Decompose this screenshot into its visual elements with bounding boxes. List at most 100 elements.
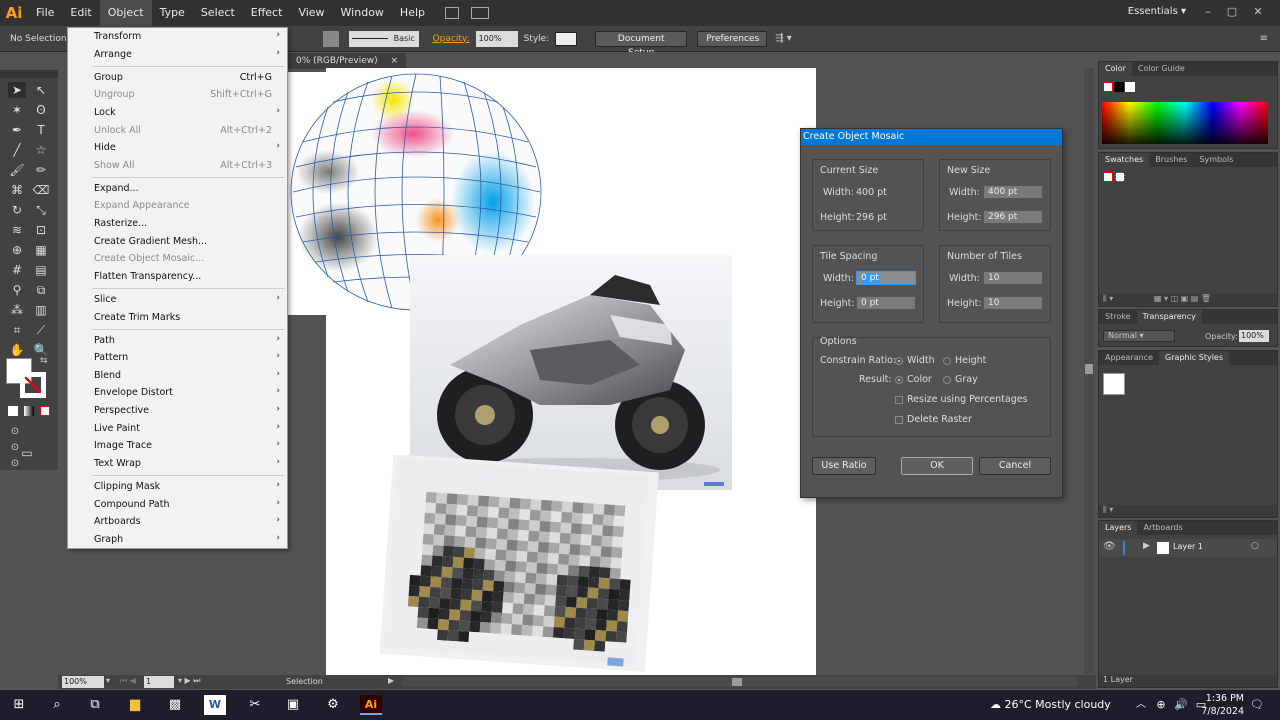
menu-type[interactable]: Type [152,0,193,26]
object-menu-item-perspective[interactable]: Perspective › [68,403,287,420]
rotate-tool-icon[interactable]: ↻ [8,202,26,218]
tab-swatches[interactable]: Swatches [1099,153,1150,167]
swatch-registration[interactable] [1115,172,1125,182]
none-mode-icon[interactable] [40,406,50,416]
free-transform-tool-icon[interactable]: ⊡ [32,222,50,238]
styles-footer-icons[interactable]: ⫼ ▾ [1099,505,1277,517]
object-menu-item-slice[interactable]: Slice › [68,292,287,309]
result-color-radio[interactable] [895,376,903,384]
search-icon[interactable]: ⌕ [46,695,68,715]
artboard-number-field[interactable]: 1 [144,676,174,688]
draw-mode-icon[interactable]: ⊙ ⊙ ⊙ [6,424,24,469]
constrain-height-label[interactable]: Height [955,355,986,366]
tab-layers[interactable]: Layers [1099,521,1138,535]
tab-stroke[interactable]: Stroke [1099,310,1137,324]
stroke-color-icon[interactable] [20,372,46,398]
document-tab[interactable]: 0% (RGB/Preview) × [288,53,407,69]
expand-layer-icon[interactable]: ▶ [1143,541,1150,551]
pen-tool-icon[interactable]: ✒ [8,122,26,138]
swatches-footer-icons[interactable]: ⫼ ▾ ▦ ▾ ◫ ▣ ▤ 🗑 [1099,294,1277,306]
blend-mode-dropdown[interactable]: Normal ▾ [1103,330,1175,342]
object-menu-item-image-trace[interactable]: Image Trace › [68,438,287,455]
object-menu-item-transform[interactable]: Transform › [68,29,287,46]
constrain-width-label[interactable]: Width [907,355,935,366]
workspace-switcher[interactable]: Essentials ▾ [1128,6,1186,17]
blend-tool-icon[interactable]: ⧉ [32,282,50,298]
object-menu-item-group[interactable]: Group Ctrl+G [68,70,287,87]
blob-brush-tool-icon[interactable]: ⌘ [8,182,26,198]
gradient-tool-icon[interactable]: ▤ [32,262,50,278]
perspective-grid-tool-icon[interactable]: ▦ [32,242,50,258]
constrain-height-radio[interactable] [943,357,951,365]
direct-selection-tool-icon[interactable]: ↖ [32,82,50,98]
stroke-style-dropdown[interactable]: Basic [348,30,419,47]
tab-transparency[interactable]: Transparency [1136,310,1202,324]
white-swatch[interactable] [1125,82,1135,92]
windows-start-icon[interactable]: ⊞ [8,695,30,715]
delete-raster-checkbox[interactable] [895,416,903,424]
qr-app-icon[interactable]: ▩ [164,695,186,715]
object-menu-item-blend[interactable]: Blend › [68,368,287,385]
result-gray-label[interactable]: Gray [955,374,978,385]
color-spectrum[interactable] [1102,102,1268,144]
target-circle-icon[interactable]: ○ [1251,541,1259,551]
lasso-tool-icon[interactable]: ʘ [32,102,50,118]
pencil-tool-icon[interactable]: ✏ [32,162,50,178]
new-height-field[interactable]: 296 pt [983,210,1043,224]
document-close-icon[interactable]: × [391,56,399,66]
tab-graphic-styles[interactable]: Graphic Styles [1159,351,1230,365]
mesh-tool-icon[interactable]: # [8,262,26,278]
object-menu-item-hide[interactable]: Hide › [68,140,287,157]
menu-edit[interactable]: Edit [62,0,99,26]
resize-percentages-checkbox[interactable] [895,396,903,404]
star-tool-icon[interactable]: ☆ [32,142,50,158]
illustrator-taskbar-icon[interactable]: Ai [360,695,382,715]
menu-object[interactable]: Object [99,0,152,26]
object-menu-item-graph[interactable]: Graph › [68,532,287,549]
menu-window[interactable]: Window [333,0,392,26]
transparency-opacity-field[interactable]: 100% [1239,330,1269,342]
object-menu-item-flatten-transparency[interactable]: Flatten Transparency... [68,269,287,286]
notifications-icon[interactable]: 🗨 [1246,695,1268,715]
object-menu-item-lock[interactable]: Lock › [68,105,287,122]
tiles-height-field[interactable]: 10 [983,296,1043,310]
weather-widget[interactable]: ☁ 26°C Mostly cloudy [990,698,1111,711]
none-swatch-icon[interactable] [1103,82,1113,92]
document-setup-button[interactable]: Document Setup [595,30,688,58]
vertical-scrollbar-thumb[interactable] [1085,364,1093,374]
scale-tool-icon[interactable]: ⤡ [32,202,50,218]
word-icon[interactable]: W [204,695,226,715]
show-hidden-icons[interactable]: ︿ [1130,695,1152,715]
opacity-field[interactable]: 100% [475,30,518,47]
shape-builder-tool-icon[interactable]: ⊕ [8,242,26,258]
screen-mode-icon[interactable]: ▭ [18,445,36,461]
menu-select[interactable]: Select [193,0,243,26]
delete-raster-label[interactable]: Delete Raster [907,414,972,425]
width-tool-icon[interactable]: ≋ [8,222,26,238]
snipping-tool-icon[interactable]: ✂ [244,695,266,715]
constrain-width-radio[interactable] [895,357,903,365]
menu-help[interactable]: Help [392,0,433,26]
volume-icon[interactable]: 🔊 [1170,695,1192,715]
result-color-label[interactable]: Color [907,374,932,385]
tab-symbols[interactable]: Symbols [1193,153,1239,167]
object-menu-item-envelope-distort[interactable]: Envelope Distort › [68,385,287,402]
zoom-field[interactable]: 100% [62,676,104,688]
tab-color-guide[interactable]: Color Guide [1132,62,1191,76]
result-gray-radio[interactable] [943,376,951,384]
file-explorer-icon[interactable]: ▆ [124,695,146,715]
new-width-field[interactable]: 400 pt [983,185,1043,199]
eyedropper-tool-icon[interactable]: ⚲ [8,282,26,298]
arrange-documents-icon[interactable] [471,7,489,19]
eraser-tool-icon[interactable]: ⌫ [32,182,50,198]
object-menu-item-create-trim-marks[interactable]: Create Trim Marks [68,310,287,327]
cancel-button[interactable]: Cancel [979,457,1051,475]
mosaic-image[interactable] [378,455,660,675]
object-menu-item-live-paint[interactable]: Live Paint › [68,421,287,438]
preferences-button[interactable]: Preferences [697,30,768,47]
paintbrush-tool-icon[interactable]: 🖌 [8,162,26,178]
horizontal-scrollbar[interactable] [402,677,1078,687]
slice-tool-icon[interactable]: ⟋ [32,322,50,338]
resize-percentages-label[interactable]: Resize using Percentages [907,394,1028,405]
minimize-icon[interactable]: – [1200,5,1216,19]
